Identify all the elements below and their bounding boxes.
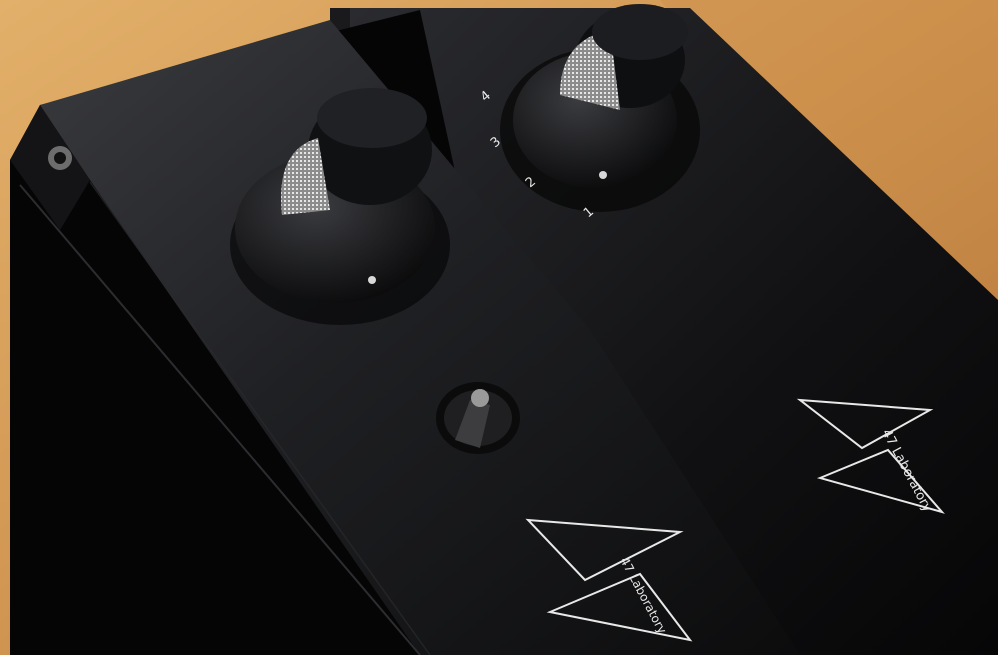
product-photo: 1 2 3 4 47 Laboratory 47 Laboratory [0,0,998,655]
toggle-tip [471,389,489,407]
knob-indicator-dot [599,171,607,179]
photo-canvas: 1 2 3 4 47 Laboratory 47 Laboratory [0,0,998,655]
power-toggle-switch[interactable] [436,382,520,454]
knob-indicator-dot [368,276,376,284]
